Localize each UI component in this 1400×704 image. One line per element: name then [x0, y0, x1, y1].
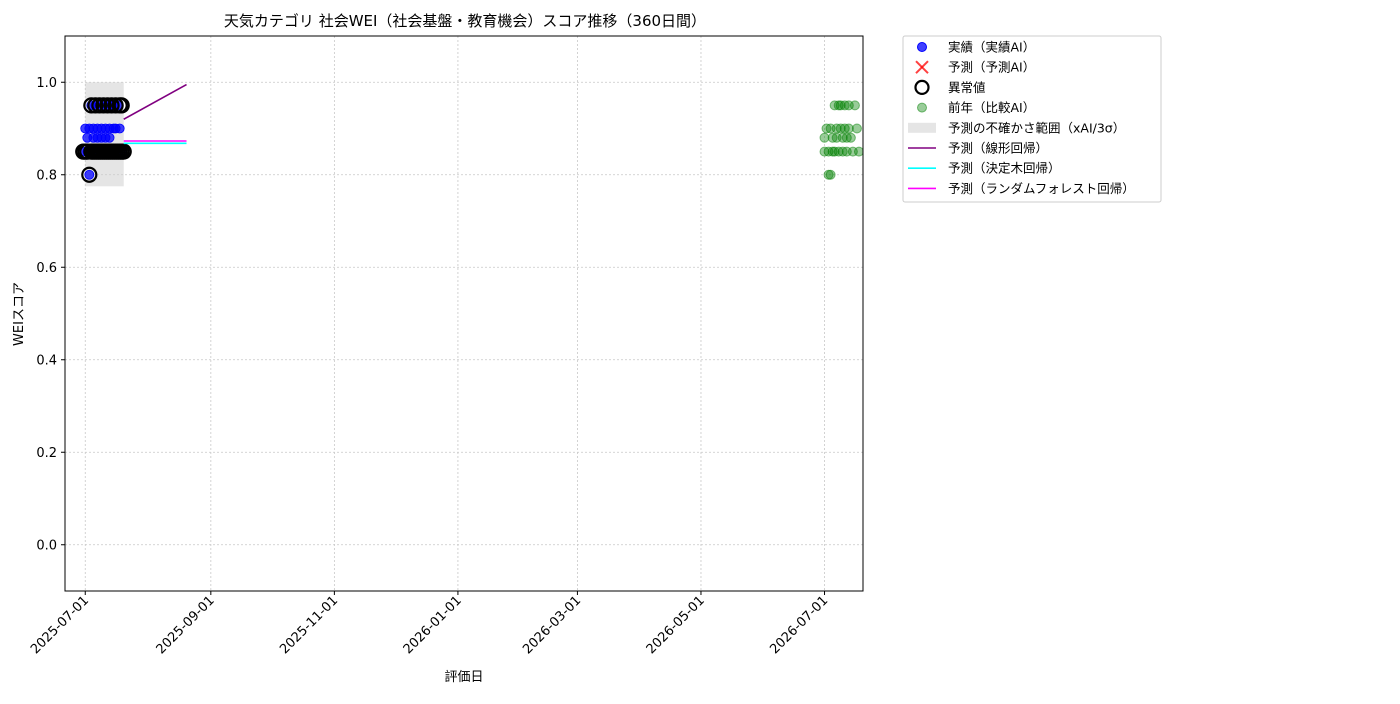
- x-tick-label: 2025-07-01: [28, 593, 92, 657]
- actual-point: [84, 169, 95, 180]
- previous-year-point: [853, 146, 863, 157]
- prediction-line-linear: [123, 83, 187, 120]
- previous-year-point: [849, 100, 860, 111]
- previous-year-point: [851, 123, 862, 134]
- legend-marker-previous-year: [917, 102, 927, 113]
- y-tick-label: 0.0: [36, 538, 57, 553]
- y-tick-label: 0.2: [36, 446, 57, 461]
- legend-marker-actual: [917, 42, 927, 52]
- legend-label: 前年（比較AI）: [948, 100, 1035, 115]
- legend-label: 異常値: [948, 80, 986, 95]
- x-axis-label: 評価日: [444, 670, 483, 685]
- axes-layer: 2025-07-01 2025-09-01 2025-11-01 2026-01-01…: [28, 76, 831, 658]
- y-tick-label: 0.4: [36, 353, 57, 368]
- y-axis-label: WEIスコア: [12, 282, 27, 346]
- x-tick-label: 2026-03-01: [520, 593, 584, 657]
- legend-label: 予測（決定木回帰）: [948, 161, 1061, 176]
- x-tick-label: 2026-01-01: [401, 593, 465, 657]
- plot-frame: [64, 35, 864, 592]
- legend: 実績（実績AI） 予測（予測AI） 異常値前年（比較AI） 予測の不確かさ範囲（xAI…: [902, 35, 1162, 203]
- y-tick-label: 0.6: [36, 261, 57, 276]
- x-tick-label: 2025-09-01: [154, 593, 218, 657]
- legend-label: 予測（予測AI）: [948, 60, 1035, 75]
- chart-svg: 天気カテゴリ 社会WEI（社会基盤・教育機会）スコア推移（360日間） 2025…: [12, 12, 1162, 685]
- actual-point: [114, 123, 125, 134]
- legend-label: 予測（ランダムフォレスト回帰）: [948, 181, 1135, 196]
- legend-label: 予測（線形回帰）: [948, 141, 1048, 156]
- x-tick-label: 2026-05-01: [644, 593, 708, 657]
- actual-point: [104, 132, 115, 143]
- data-points-layer: [75, 97, 863, 183]
- grid-lines: [65, 36, 863, 591]
- chart-title: 天気カテゴリ 社会WEI（社会基盤・教育機会）スコア推移（360日間）: [224, 12, 706, 30]
- chart-figure: 天気カテゴリ 社会WEI（社会基盤・教育機会）スコア推移（360日間） 2025…: [0, 0, 1400, 700]
- x-tick-label: 2025-11-01: [277, 593, 341, 657]
- x-tick-label: 2026-07-01: [767, 593, 831, 657]
- legend-label: 予測の不確かさ範囲（xAI/3σ）: [948, 120, 1125, 135]
- y-tick-label: 0.8: [36, 168, 57, 183]
- previous-year-point: [825, 169, 836, 180]
- legend-marker-band: [908, 122, 936, 133]
- y-tick-label: 1.0: [36, 76, 57, 91]
- prediction-lines-layer: [123, 83, 187, 145]
- legend-label: 実績（実績AI）: [948, 40, 1035, 55]
- previous-year-point: [845, 132, 856, 143]
